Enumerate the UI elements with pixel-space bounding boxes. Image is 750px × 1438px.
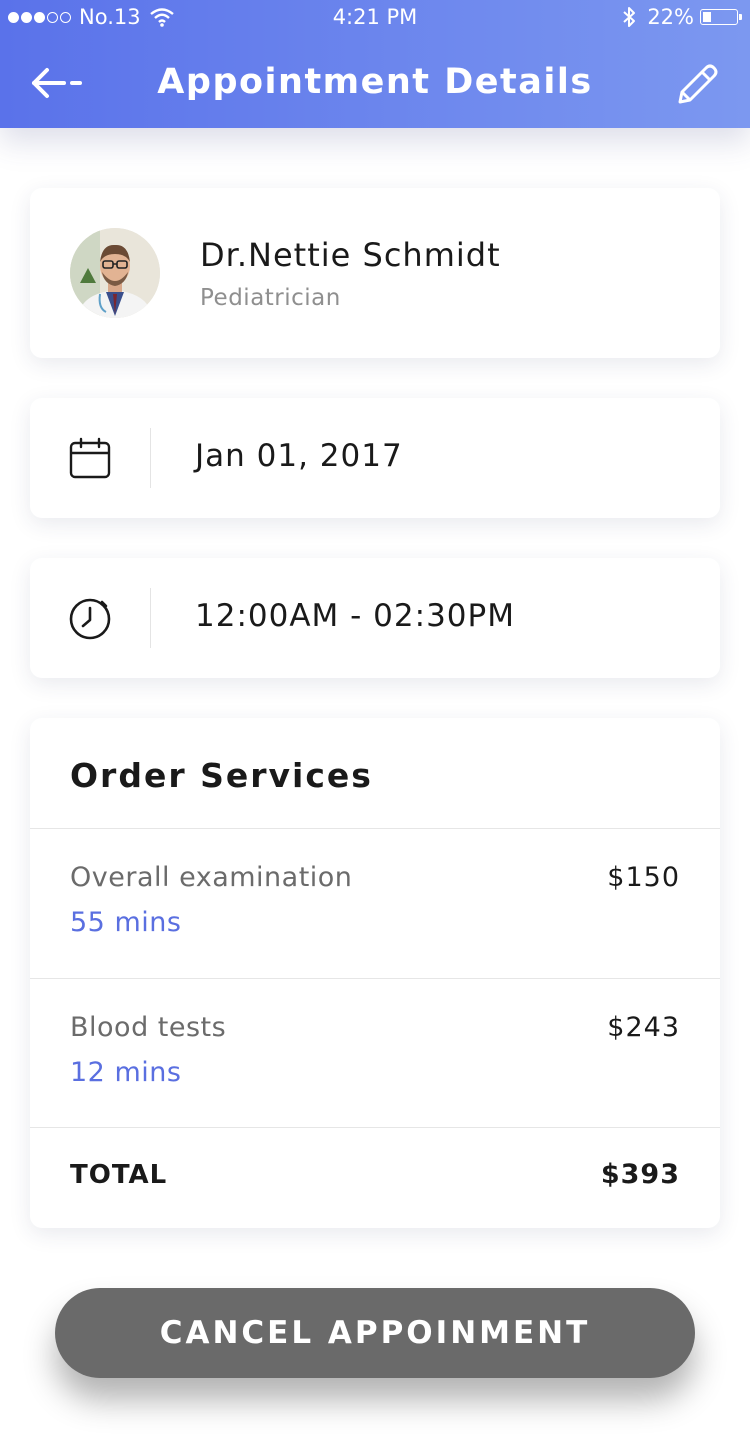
status-bar: No.13 4:21 PM 22% <box>0 0 750 36</box>
service-name: Blood tests <box>70 1012 227 1043</box>
battery-percent: 22% <box>647 5 694 29</box>
time-row[interactable]: 12:00AM - 02:30PM <box>30 558 720 678</box>
doctor-specialty: Pediatrician <box>200 285 341 311</box>
bluetooth-icon <box>623 7 636 27</box>
divider <box>30 1127 720 1128</box>
total-label: TOTAL <box>70 1160 168 1190</box>
appointment-date: Jan 01, 2017 <box>195 438 403 474</box>
clock-icon <box>69 598 111 640</box>
divider <box>30 978 720 979</box>
edit-button[interactable] <box>672 60 722 110</box>
service-duration: 12 mins <box>70 1057 182 1088</box>
total-value: $393 <box>600 1159 680 1190</box>
service-price: $243 <box>607 1012 680 1043</box>
calendar-icon <box>69 437 111 479</box>
doctor-card[interactable]: Dr.Nettie Schmidt Pediatrician <box>30 188 720 358</box>
page-title: Appointment Details <box>157 62 593 102</box>
row-divider <box>150 428 151 488</box>
divider <box>30 828 720 829</box>
status-right: 22% <box>621 5 742 29</box>
row-divider <box>150 588 151 648</box>
doctor-avatar <box>70 228 160 318</box>
battery-icon <box>700 9 742 25</box>
app-header: No.13 4:21 PM 22% Appointment Details <box>0 0 750 128</box>
date-row[interactable]: Jan 01, 2017 <box>30 398 720 518</box>
service-price: $150 <box>607 862 680 893</box>
services-title: Order Services <box>70 756 373 795</box>
order-services-card: Order Services Overall examination $150 … <box>30 718 720 1228</box>
cancel-appointment-button[interactable]: CANCEL APPOINMENT <box>55 1288 695 1378</box>
pencil-icon <box>678 64 718 104</box>
service-name: Overall examination <box>70 862 353 893</box>
doctor-name: Dr.Nettie Schmidt <box>200 236 501 274</box>
service-duration: 55 mins <box>70 907 182 938</box>
appointment-time: 12:00AM - 02:30PM <box>195 598 515 634</box>
